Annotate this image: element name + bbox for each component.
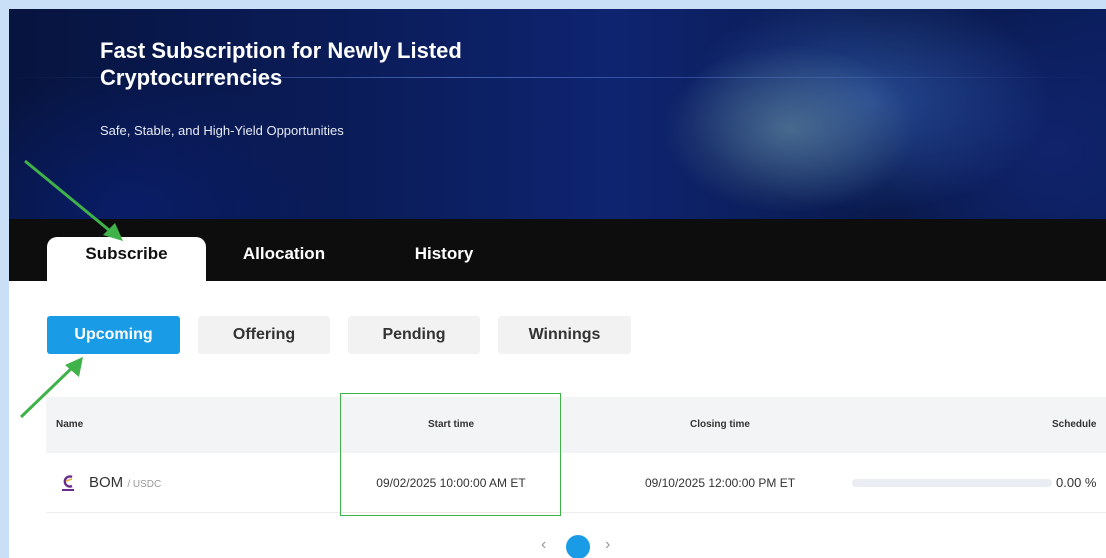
pagination-current-page[interactable]: 1 xyxy=(566,535,590,558)
cell-closing-time: 09/10/2025 12:00:00 PM ET xyxy=(644,476,796,490)
schedule-progress-bar xyxy=(852,479,1052,487)
header-closing-time: Closing time xyxy=(689,419,750,430)
hero-title: Fast Subscription for Newly Listed Crypt… xyxy=(100,38,462,90)
header-schedule: Schedule xyxy=(1052,419,1097,430)
tab-history[interactable]: History xyxy=(389,237,499,281)
hero-subtitle: Safe, Stable, and High-Yield Opportuniti… xyxy=(100,123,344,138)
filter-offering[interactable]: Offering xyxy=(198,316,330,354)
table-row[interactable]: BOM / USDC 09/02/2025 10:00:00 AM ET 09/… xyxy=(46,453,1106,513)
coin-quote: / USDC xyxy=(127,479,162,490)
page-frame: Fast Subscription for Newly Listed Crypt… xyxy=(9,9,1106,558)
main-tabs: Subscribe Allocation History xyxy=(9,219,1106,281)
coin-symbol: BOM xyxy=(89,474,124,491)
pagination-prev-icon[interactable]: ‹ xyxy=(541,536,546,554)
filter-upcoming[interactable]: Upcoming xyxy=(47,316,180,354)
header-name: Name xyxy=(56,419,84,430)
pagination: ‹ 1 › xyxy=(9,535,1106,558)
table-header: Name Start time Closing time Schedule xyxy=(46,397,1106,453)
filter-pending[interactable]: Pending xyxy=(348,316,480,354)
filter-winnings[interactable]: Winnings xyxy=(498,316,631,354)
tab-subscribe[interactable]: Subscribe xyxy=(47,237,206,281)
bom-coin-icon xyxy=(62,475,74,491)
pagination-next-icon[interactable]: › xyxy=(605,536,610,554)
header-start-time: Start time xyxy=(427,419,475,430)
tab-allocation[interactable]: Allocation xyxy=(219,237,349,281)
hero-banner: Fast Subscription for Newly Listed Crypt… xyxy=(9,9,1106,219)
cell-start-time: 09/02/2025 10:00:00 AM ET xyxy=(376,476,526,490)
schedule-progress-text: 0.00 % xyxy=(1056,475,1097,490)
